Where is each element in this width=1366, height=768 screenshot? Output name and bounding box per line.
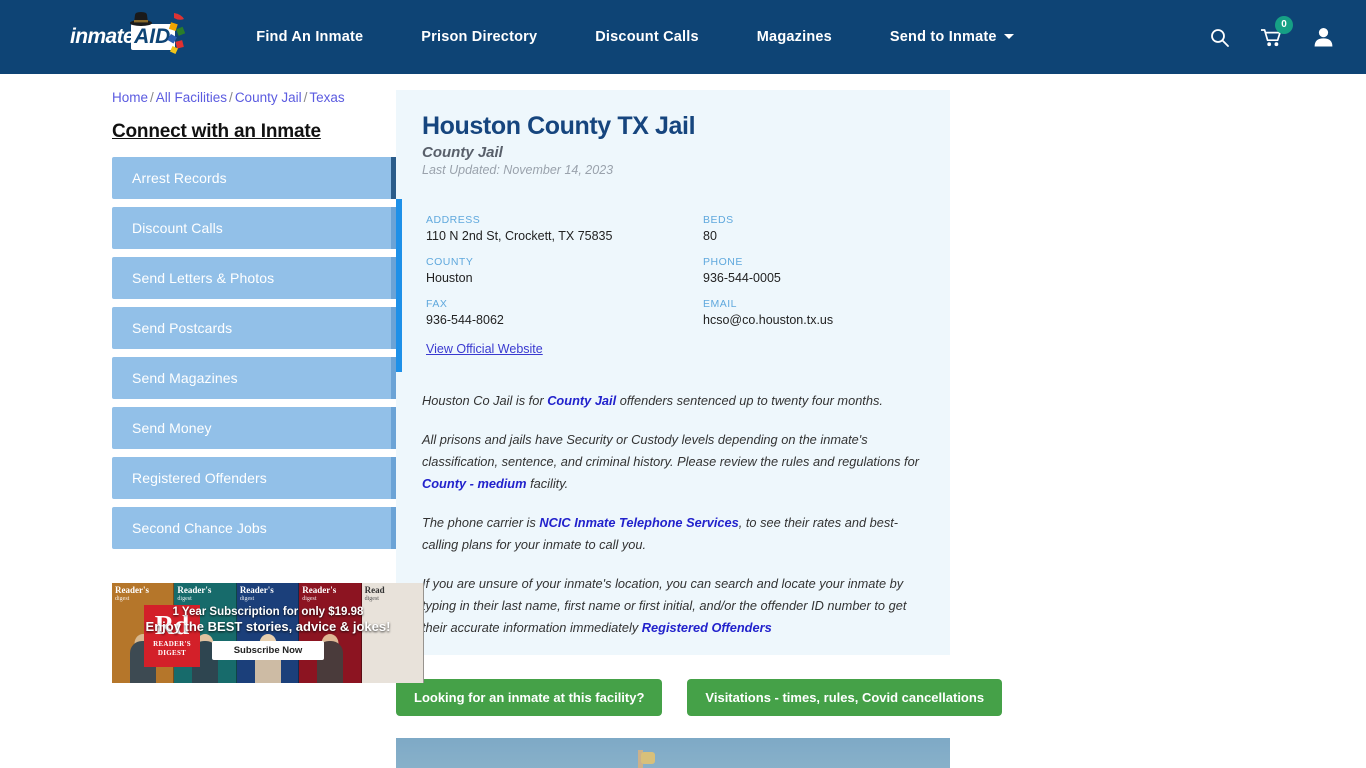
facility-description: Houston Co Jail is for County Jail offen… xyxy=(396,390,950,639)
detail-value: 936-544-0005 xyxy=(703,271,781,285)
link-registered-offenders[interactable]: Registered Offenders xyxy=(642,620,772,635)
desc-text: offenders sentenced up to twenty four mo… xyxy=(616,393,883,408)
page-title: Houston County TX Jail xyxy=(422,112,696,140)
facility-photo xyxy=(396,738,950,768)
detail-email: EMAIL hcso@co.houston.tx.us xyxy=(703,298,950,327)
facility-details-grid: ADDRESS 110 N 2nd St, Crockett, TX 75835… xyxy=(402,199,950,372)
cart-count-badge: 0 xyxy=(1275,16,1293,34)
facility-details-block: ADDRESS 110 N 2nd St, Crockett, TX 75835… xyxy=(396,199,950,372)
confetti-icon xyxy=(168,13,186,54)
facility-panel: Houston County TX Jail County Jail Last … xyxy=(396,90,950,655)
desc-text: The phone carrier is xyxy=(422,515,540,530)
sidebar-heading: Connect with an Inmate xyxy=(112,121,321,142)
description-paragraph-3: The phone carrier is NCIC Inmate Telepho… xyxy=(422,512,924,556)
left-sidebar: Home / All Facilities / County Jail / Texas Co… xyxy=(0,90,434,768)
detail-label: BEDS xyxy=(703,214,734,226)
facility-type: County Jail xyxy=(422,144,503,161)
link-ncic-telephone-services[interactable]: NCIC Inmate Telephone Services xyxy=(539,515,738,530)
nav-item-magazines[interactable]: Magazines xyxy=(728,29,861,45)
desc-text: Houston Co Jail is for xyxy=(422,393,548,408)
breadcrumb-item-county-jail[interactable]: County Jail xyxy=(235,90,302,105)
description-paragraph-4: If you are unsure of your inmate's locat… xyxy=(422,573,924,639)
advertisement-banner[interactable]: Reader's digest Reader's digest Reader's… xyxy=(112,583,424,683)
shopping-cart-icon[interactable]: 0 xyxy=(1260,16,1293,49)
main-navigation: Find An Inmate Prison Directory Discount… xyxy=(227,29,1200,45)
ad-headline: 1 Year Subscription for only $19.98 xyxy=(172,606,364,618)
nav-item-find-an-inmate[interactable]: Find An Inmate xyxy=(227,29,392,45)
sidebar-item-send-money[interactable]: Send Money xyxy=(112,407,434,449)
ad-subscribe-button[interactable]: Subscribe Now xyxy=(211,641,325,660)
breadcrumb-separator: / xyxy=(229,90,233,105)
brand-name: inmate xyxy=(70,25,135,48)
detail-county: COUNTY Houston xyxy=(426,256,703,285)
search-icon[interactable] xyxy=(1208,25,1230,49)
detail-address: ADDRESS 110 N 2nd St, Crockett, TX 75835 xyxy=(426,214,703,243)
sidebar-item-send-magazines[interactable]: Send Magazines xyxy=(112,357,434,399)
looking-for-inmate-button[interactable]: Looking for an inmate at this facility? xyxy=(396,679,663,716)
official-website-cell: View Official Website xyxy=(426,340,703,358)
detail-fax: FAX 936-544-8062 xyxy=(426,298,703,327)
desc-text: All prisons and jails have Security or C… xyxy=(422,432,919,469)
link-county-jail[interactable]: County Jail xyxy=(547,393,616,408)
detail-value: 110 N 2nd St, Crockett, TX 75835 xyxy=(426,229,613,243)
main-content: Houston County TX Jail County Jail Last … xyxy=(396,90,1003,768)
sidebar-item-discount-calls[interactable]: Discount Calls xyxy=(112,207,434,249)
link-county-medium[interactable]: County - medium xyxy=(422,476,527,491)
spacer-cell xyxy=(703,340,950,358)
view-official-website-link[interactable]: View Official Website xyxy=(426,342,543,356)
lamp-head-shape xyxy=(641,752,655,764)
sidebar-item-label: Send Letters & Photos xyxy=(132,270,275,286)
breadcrumb-separator: / xyxy=(150,90,154,105)
facility-header: Houston County TX Jail County Jail Last … xyxy=(396,112,950,177)
detail-value: hcso@co.houston.tx.us xyxy=(703,313,834,327)
sidebar-item-label: Arrest Records xyxy=(132,170,227,186)
detail-label: EMAIL xyxy=(703,298,738,310)
nav-item-send-to-inmate[interactable]: Send to Inmate xyxy=(861,29,1043,45)
hat-icon xyxy=(130,12,152,26)
description-paragraph-1: Houston Co Jail is for County Jail offen… xyxy=(422,390,924,412)
cta-button-row: Looking for an inmate at this facility? … xyxy=(396,679,1003,716)
sidebar-item-second-chance-jobs[interactable]: Second Chance Jobs xyxy=(112,507,434,549)
sidebar-item-label: Second Chance Jobs xyxy=(132,520,267,536)
breadcrumb-item-home[interactable]: Home xyxy=(112,90,148,105)
breadcrumb-item-texas[interactable]: Texas xyxy=(309,90,344,105)
page-body: Home / All Facilities / County Jail / Texas Co… xyxy=(0,74,1366,768)
sidebar-item-label: Send Money xyxy=(132,420,212,436)
detail-label: COUNTY xyxy=(426,256,474,268)
nav-item-prison-directory[interactable]: Prison Directory xyxy=(392,29,566,45)
sidebar-item-label: Registered Offenders xyxy=(132,470,267,486)
header-icon-group: 0 xyxy=(1208,16,1344,49)
sidebar-item-send-letters-photos[interactable]: Send Letters & Photos xyxy=(112,257,434,299)
ad-subheadline: Enjoy the BEST stories, advice & jokes! xyxy=(145,619,391,634)
sidebar-item-label: Discount Calls xyxy=(132,220,223,236)
user-account-icon[interactable] xyxy=(1312,25,1334,49)
detail-beds: BEDS 80 xyxy=(703,214,950,243)
breadcrumb-item-all-facilities[interactable]: All Facilities xyxy=(156,90,227,105)
last-updated-text: Last Updated: November 14, 2023 xyxy=(422,163,614,177)
description-paragraph-2: All prisons and jails have Security or C… xyxy=(422,429,924,495)
detail-phone: PHONE 936-544-0005 xyxy=(703,256,950,285)
sidebar-item-label: Send Postcards xyxy=(132,320,233,336)
sidebar-item-send-postcards[interactable]: Send Postcards xyxy=(112,307,434,349)
sidebar-item-label: Send Magazines xyxy=(132,370,238,386)
visitations-button[interactable]: Visitations - times, rules, Covid cancel… xyxy=(687,679,1003,716)
site-header: inmate AID Find An Inmate Prison Directo… xyxy=(0,0,1366,74)
site-logo[interactable]: inmate AID xyxy=(70,12,186,59)
nav-item-discount-calls[interactable]: Discount Calls xyxy=(566,29,728,45)
sidebar-item-arrest-records[interactable]: Arrest Records xyxy=(112,157,434,199)
detail-label: ADDRESS xyxy=(426,214,481,226)
detail-value: 80 xyxy=(703,229,717,243)
detail-label: FAX xyxy=(426,298,448,310)
detail-label: PHONE xyxy=(703,256,743,268)
detail-value: Houston xyxy=(426,271,473,285)
desc-text: facility. xyxy=(526,476,569,491)
breadcrumb: Home / All Facilities / County Jail / Texas xyxy=(112,90,350,117)
ad-overlay: 1 Year Subscription for only $19.98 Enjo… xyxy=(112,583,424,683)
sidebar-item-registered-offenders[interactable]: Registered Offenders xyxy=(112,457,434,499)
detail-value: 936-544-8062 xyxy=(426,313,504,327)
